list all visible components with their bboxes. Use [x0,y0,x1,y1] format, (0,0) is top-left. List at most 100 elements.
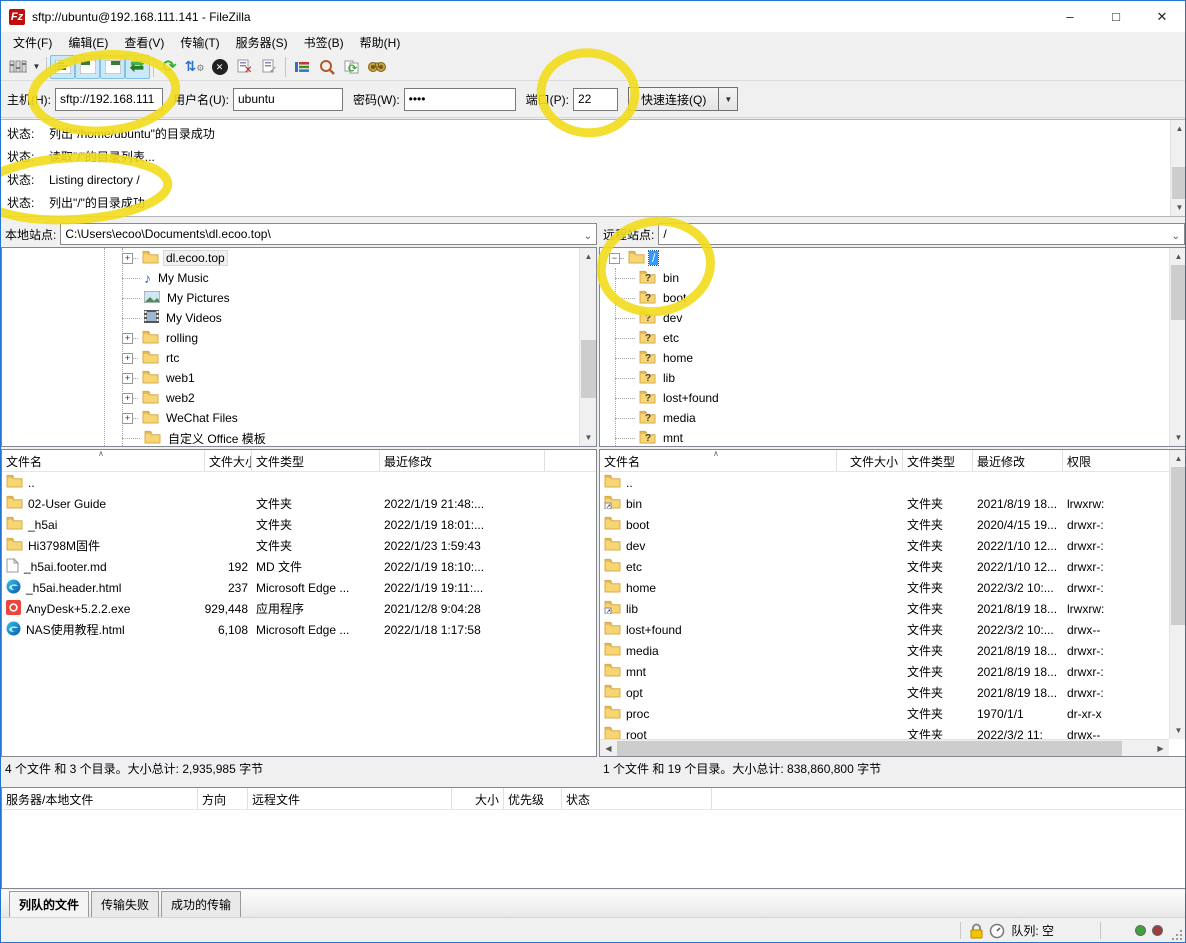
local-tree-item-web2[interactable]: + web2 [2,388,596,408]
host-input[interactable] [55,88,163,111]
maximize-button[interactable]: □ [1093,1,1139,32]
local-tree-scrollbar[interactable]: ▲ ▼ [579,248,596,446]
column-header-4[interactable]: 权限 [1063,450,1170,471]
file-row-media[interactable]: media文件夹2021/8/19 18...drwxr-: [600,640,1186,661]
column-header-3[interactable]: 最近修改 [380,450,545,471]
scroll-thumb[interactable] [581,340,596,398]
scroll-up-icon[interactable]: ▲ [1170,248,1186,265]
scroll-thumb[interactable] [1172,167,1186,199]
file-row-home[interactable]: home文件夹2022/3/2 10:...drwxr-: [600,577,1186,598]
toggle-transfer-queue-button[interactable] [125,55,150,79]
local-tree-item-wechat-files[interactable]: + WeChat Files [2,408,596,428]
site-manager-button[interactable] [5,55,30,79]
remote-tree-item-etc[interactable]: ? etc [600,328,1186,348]
local-tree-item-自定义-office-模板[interactable]: 自定义 Office 模板 [2,428,596,447]
queue-column-3[interactable]: 大小 [452,788,504,809]
tree-expander-icon[interactable]: + [122,373,133,384]
scroll-up-icon[interactable]: ▲ [1171,120,1186,137]
port-input[interactable] [573,88,618,111]
file-row-bin[interactable]: ➚ bin文件夹2021/8/19 18...lrwxrw: [600,493,1186,514]
disconnect-button[interactable]: ✕ [232,55,257,79]
chevron-down-icon[interactable]: ⌄ [1172,227,1180,245]
filter-button[interactable] [289,55,314,79]
local-tree-item-my-pictures[interactable]: My Pictures [2,288,596,308]
scroll-right-icon[interactable]: ▶ [1152,740,1169,757]
local-tree-item-rolling[interactable]: + rolling [2,328,596,348]
menu-item-3[interactable]: 传输(T) [172,32,227,53]
remote-path-combo[interactable]: /⌄ [658,223,1185,245]
minimize-button[interactable]: – [1047,1,1093,32]
queue-column-2[interactable]: 远程文件 [248,788,452,809]
tab-0[interactable]: 列队的文件 [9,891,89,917]
file-row-etc[interactable]: etc文件夹2022/1/10 12...drwxr-: [600,556,1186,577]
username-input[interactable] [233,88,343,111]
remote-tree-item-lib[interactable]: ? lib [600,368,1186,388]
remote-tree-item-dev[interactable]: ? dev [600,308,1186,328]
remote-tree-item-lost+found[interactable]: ? lost+found [600,388,1186,408]
tree-expander-icon[interactable]: + [122,393,133,404]
menu-item-0[interactable]: 文件(F) [5,32,60,53]
find-files-button[interactable] [364,55,389,79]
quickconnect-dropdown[interactable]: ▼ [719,87,738,111]
scroll-thumb[interactable] [1171,265,1186,320]
file-row-..[interactable]: .. [2,472,596,493]
password-input[interactable] [404,88,516,111]
toggle-local-tree-button[interactable] [75,55,100,79]
remote-tree-item-media[interactable]: ? media [600,408,1186,428]
tab-1[interactable]: 传输失败 [91,891,159,917]
scroll-thumb[interactable] [1171,467,1186,625]
remote-tree-item-home[interactable]: ? home [600,348,1186,368]
file-row-Hi3798M_[interactable]: Hi3798M固件文件夹2022/1/23 1:59:43 [2,535,596,556]
scroll-up-icon[interactable]: ▲ [580,248,597,265]
tree-expander-icon[interactable]: + [122,253,133,264]
menu-item-2[interactable]: 查看(V) [116,32,172,53]
remote-tree-scrollbar[interactable]: ▲ ▼ [1169,248,1186,446]
queue-column-5[interactable]: 状态 [562,788,712,809]
file-row-mnt[interactable]: mnt文件夹2021/8/19 18...drwxr-: [600,661,1186,682]
column-header-0[interactable]: 文件名∧ [600,450,837,471]
tree-expander-icon[interactable]: + [122,353,133,364]
menu-item-1[interactable]: 编辑(E) [60,32,116,53]
synchronized-browsing-button[interactable]: ⟳ [339,55,364,79]
menu-item-4[interactable]: 服务器(S) [228,32,296,53]
menu-item-6[interactable]: 帮助(H) [352,32,409,53]
resize-grip[interactable] [1172,930,1182,940]
log-scrollbar[interactable]: ▲ ▼ [1170,120,1186,216]
file-row-boot[interactable]: boot文件夹2020/4/15 19...drwxr-: [600,514,1186,535]
file-row-lib[interactable]: ➚ lib文件夹2021/8/19 18...lrwxrw: [600,598,1186,619]
queue-column-0[interactable]: 服务器/本地文件 [2,788,198,809]
reconnect-button[interactable]: ✓ [257,55,282,79]
tab-2[interactable]: 成功的传输 [161,891,241,917]
file-row-NAS_.html[interactable]: NAS使用教程.html6,108Microsoft Edge ...2022/… [2,619,596,640]
local-tree-item-web1[interactable]: + web1 [2,368,596,388]
local-tree-item-dl.ecoo.top[interactable]: + dl.ecoo.top [2,248,596,268]
speed-limits-icon[interactable] [989,923,1005,939]
chevron-down-icon[interactable]: ⌄ [584,227,592,245]
column-header-2[interactable]: 文件类型 [903,450,973,471]
file-row-opt[interactable]: opt文件夹2021/8/19 18...drwxr-: [600,682,1186,703]
local-tree-item-my-music[interactable]: ♪My Music [2,268,596,288]
file-row-proc[interactable]: proc文件夹1970/1/1dr-xr-x [600,703,1186,724]
local-path-combo[interactable]: C:\Users\ecoo\Documents\dl.ecoo.top\⌄ [60,223,597,245]
scroll-down-icon[interactable]: ▼ [580,429,597,446]
queue-column-1[interactable]: 方向 [198,788,248,809]
scroll-thumb[interactable] [617,741,1122,756]
column-header-1[interactable]: 文件大小 [205,450,252,471]
remote-list-hscrollbar[interactable]: ◀ ▶ [600,739,1169,756]
file-row-..[interactable]: .. [600,472,1186,493]
refresh-button[interactable]: ⟳ [157,55,182,79]
file-row-dev[interactable]: dev文件夹2022/1/10 12...drwxr-: [600,535,1186,556]
remote-tree-item-boot[interactable]: ? boot [600,288,1186,308]
toggle-remote-tree-button[interactable] [100,55,125,79]
file-row-lost+found[interactable]: lost+found文件夹2022/3/2 10:...drwx-- [600,619,1186,640]
toggle-message-log-button[interactable] [50,55,75,79]
file-row-_h5ai[interactable]: _h5ai文件夹2022/1/19 18:01:... [2,514,596,535]
local-tree-item-my-videos[interactable]: My Videos [2,308,596,328]
close-button[interactable]: ✕ [1139,1,1185,32]
scroll-up-icon[interactable]: ▲ [1170,450,1186,467]
scroll-left-icon[interactable]: ◀ [600,740,617,757]
remote-tree-item-mnt[interactable]: ? mnt [600,428,1186,447]
file-row-AnyDesk+5.2.2.exe[interactable]: AnyDesk+5.2.2.exe2,929,448应用程序2021/12/8 … [2,598,596,619]
site-manager-dropdown[interactable]: ▼ [30,55,43,79]
tree-expander-icon[interactable]: + [122,413,133,424]
